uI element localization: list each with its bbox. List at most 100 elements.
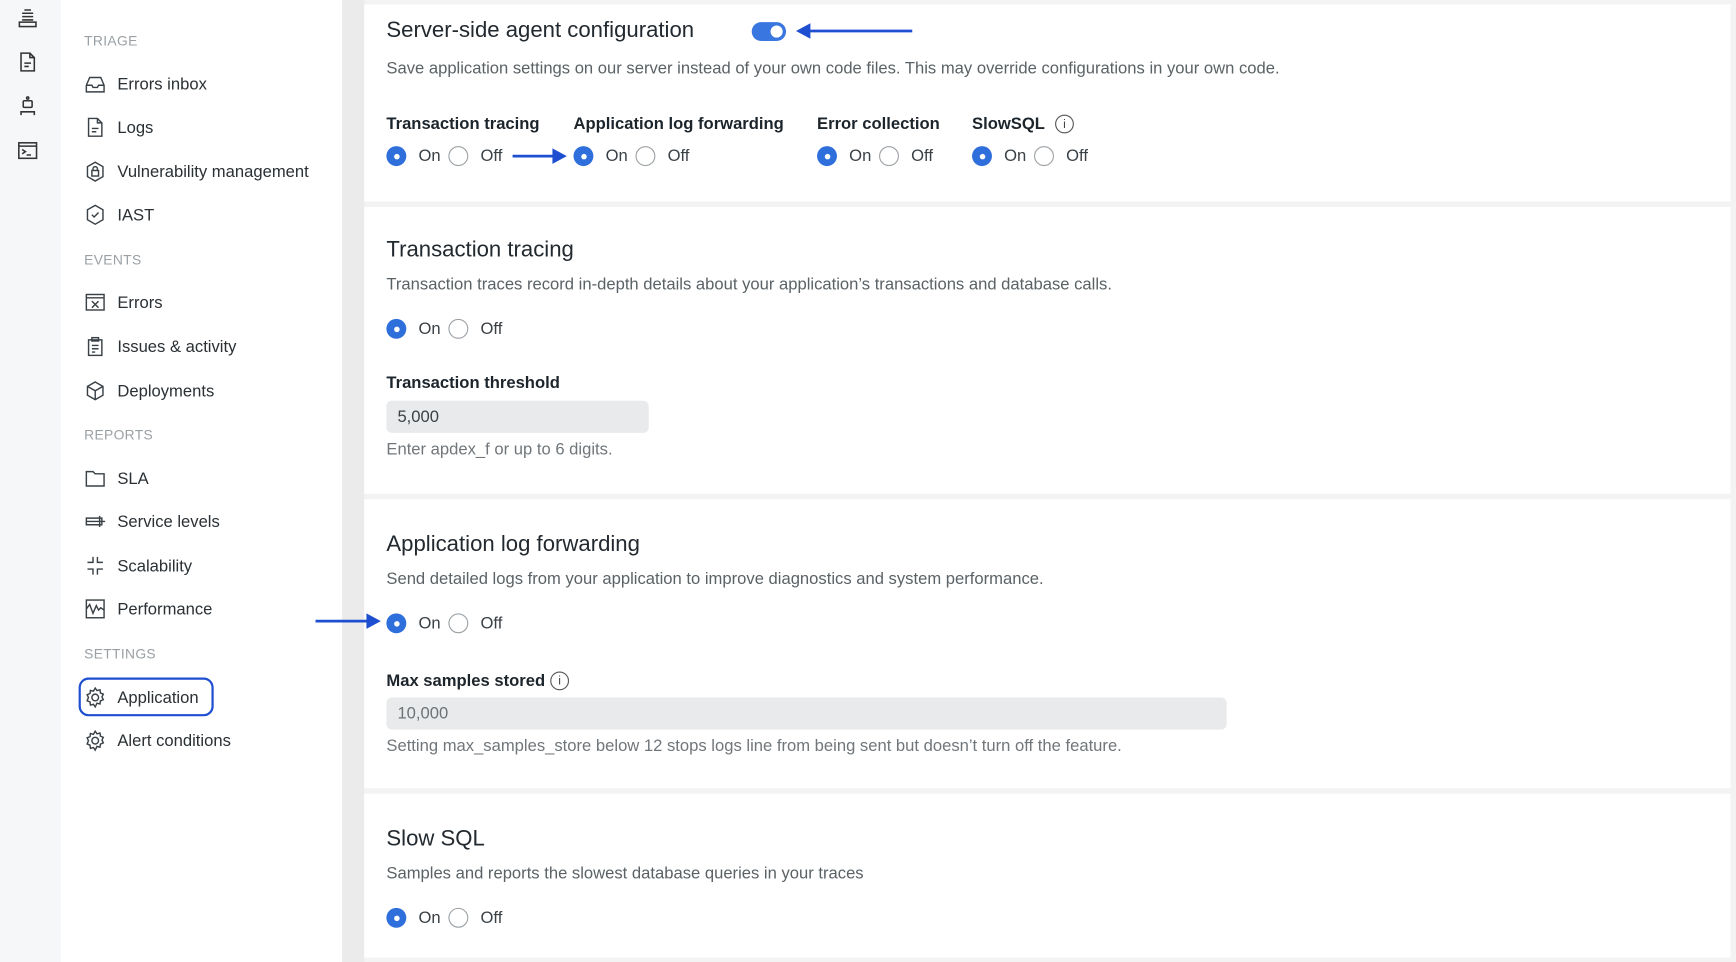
- threshold-input[interactable]: 5,000: [386, 400, 649, 433]
- max-samples-hint: Setting max_samples_store below 12 stops…: [386, 736, 1122, 756]
- group-0-radio-on[interactable]: [386, 146, 407, 167]
- group-2-radio-off[interactable]: [879, 146, 899, 167]
- radio-label-off: Off: [911, 146, 933, 166]
- radio-label-off: Off: [1066, 146, 1088, 166]
- slow-sql-radio-off[interactable]: [448, 907, 469, 928]
- sidebar-item-label: IAST: [117, 205, 155, 225]
- group-3-radio-off[interactable]: [1034, 146, 1054, 167]
- max-samples-label: Max samples stored: [386, 671, 546, 691]
- sidebar-item-label: SLA: [117, 468, 149, 488]
- radio-label-on: On: [418, 613, 441, 633]
- toggle-knob: [770, 25, 783, 38]
- inbox-icon: [85, 76, 105, 93]
- sidebar-item-label: Alert conditions: [117, 731, 231, 751]
- terminal-icon[interactable]: [17, 139, 39, 161]
- document-icon: [87, 117, 103, 137]
- sidebar-item-label: Logs: [117, 117, 154, 137]
- group-2-radio-on[interactable]: [817, 146, 837, 167]
- radio-label-on: On: [418, 146, 441, 166]
- sidebar-item-label: Errors inbox: [117, 74, 207, 94]
- clipboard-icon: [87, 336, 103, 357]
- radio-label-on: On: [418, 908, 441, 928]
- sidebar-item-label: Errors: [117, 292, 163, 312]
- sidebar-item-performance[interactable]: Performance: [84, 595, 212, 624]
- sidebar-item-service-levels[interactable]: Service levels: [84, 507, 220, 536]
- radio-label-on: On: [849, 146, 872, 166]
- transaction-tracing-title: Transaction tracing: [386, 237, 574, 262]
- radio-label-off: Off: [480, 146, 503, 166]
- log-forwarding-title: Application log forwarding: [386, 531, 640, 557]
- sidebar-item-scalability[interactable]: Scalability: [84, 551, 192, 580]
- transaction-tracing-description: Transaction traces record in-depth detai…: [386, 275, 1112, 294]
- error-window-icon: [85, 293, 105, 311]
- group-0-radio-off[interactable]: [448, 146, 469, 167]
- sidebar-item-label: Application: [117, 688, 199, 707]
- gear-icon: [86, 729, 105, 752]
- robot-icon[interactable]: [17, 95, 39, 117]
- group-3-radio-on[interactable]: [972, 146, 992, 167]
- log-forwarding-radio-on[interactable]: [386, 613, 407, 634]
- log-forwarding-radio-off[interactable]: [448, 613, 469, 634]
- threshold-label: Transaction threshold: [386, 373, 560, 393]
- performance-chart-icon: [85, 599, 105, 619]
- radio-label-on: On: [605, 146, 628, 166]
- radio-label-on: On: [1004, 146, 1027, 166]
- sidebar-item-errors[interactable]: Errors: [84, 288, 163, 317]
- sidebar-item-label: Vulnerability management: [117, 162, 309, 182]
- threshold-hint: Enter apdex_f or up to 6 digits.: [386, 440, 613, 459]
- info-icon[interactable]: i: [1055, 114, 1074, 134]
- server-side-toggle[interactable]: [751, 22, 787, 41]
- group-label: Application log forwarding: [573, 114, 784, 134]
- slow-sql-radio-on[interactable]: [386, 907, 407, 928]
- radio-label-off: Off: [480, 319, 503, 339]
- cube-icon: [86, 381, 104, 401]
- scroll-gutter: [342, 0, 365, 962]
- slow-sql-title: Slow SQL: [386, 826, 485, 851]
- slow-sql-description: Samples and reports the slowest database…: [386, 864, 864, 883]
- sidebar-item-alert-conditions[interactable]: Alert conditions: [84, 726, 231, 755]
- sidebar-item-label: Service levels: [117, 512, 220, 531]
- service-levels-icon: [85, 515, 106, 527]
- sidebar-item-vulnerability-management[interactable]: Vulnerability management: [84, 157, 309, 186]
- sidebar-item-label: Issues & activity: [117, 337, 237, 356]
- check-shield-icon: [86, 204, 104, 226]
- sidebar-item-errors-inbox[interactable]: Errors inbox: [84, 70, 207, 99]
- sidebar-item-issues-activity[interactable]: Issues & activity: [84, 332, 236, 361]
- group-1-radio-on[interactable]: [573, 146, 594, 167]
- info-icon[interactable]: i: [550, 671, 570, 691]
- app-window: TRIAGE EVENTS REPORTS SETTINGS Errors inbox L…: [0, 0, 1736, 962]
- group-label: Error collection: [817, 114, 940, 134]
- transaction-tracing-radio-off[interactable]: [448, 318, 469, 339]
- sidebar-item-label: Deployments: [117, 381, 215, 401]
- radio-label-off: Off: [480, 908, 503, 928]
- sidebar-item-logs[interactable]: Logs: [84, 113, 153, 142]
- sidebar-section-header: SETTINGS: [84, 646, 156, 663]
- max-samples-input[interactable]: 10,000: [386, 697, 1227, 730]
- sidebar-item-iast[interactable]: IAST: [84, 200, 154, 229]
- document-icon[interactable]: [17, 51, 39, 73]
- sidebar-section-header: TRIAGE: [84, 33, 138, 49]
- server-side-title: Server-side agent configuration: [386, 18, 695, 43]
- group-1-radio-off[interactable]: [635, 146, 656, 167]
- sidebar-item-label: Scalability: [117, 556, 193, 576]
- sidebar-item-label: Performance: [117, 599, 213, 619]
- server-side-description: Save application settings on our server …: [386, 59, 1280, 79]
- scale-icon: [87, 556, 103, 575]
- sidebar-item-application[interactable]: Application: [84, 683, 199, 712]
- sidebar-section-header: REPORTS: [84, 427, 154, 443]
- group-label: Transaction tracing: [386, 114, 540, 134]
- transaction-tracing-radio-on[interactable]: [386, 318, 407, 339]
- list-icon[interactable]: [17, 7, 39, 29]
- log-forwarding-description: Send detailed logs from your application…: [386, 569, 1044, 589]
- radio-label-on: On: [418, 319, 441, 339]
- sidebar-item-sla[interactable]: SLA: [84, 464, 149, 493]
- folder-icon: [85, 470, 105, 487]
- sidebar-section-header: EVENTS: [84, 252, 142, 268]
- radio-label-off: Off: [667, 146, 690, 166]
- sidebar-item-deployments[interactable]: Deployments: [84, 376, 214, 405]
- icon-rail: [0, 0, 61, 962]
- group-label: SlowSQL: [972, 114, 1045, 134]
- radio-label-off: Off: [480, 613, 503, 633]
- lock-shield-icon: [86, 161, 104, 182]
- gear-icon: [86, 686, 105, 709]
